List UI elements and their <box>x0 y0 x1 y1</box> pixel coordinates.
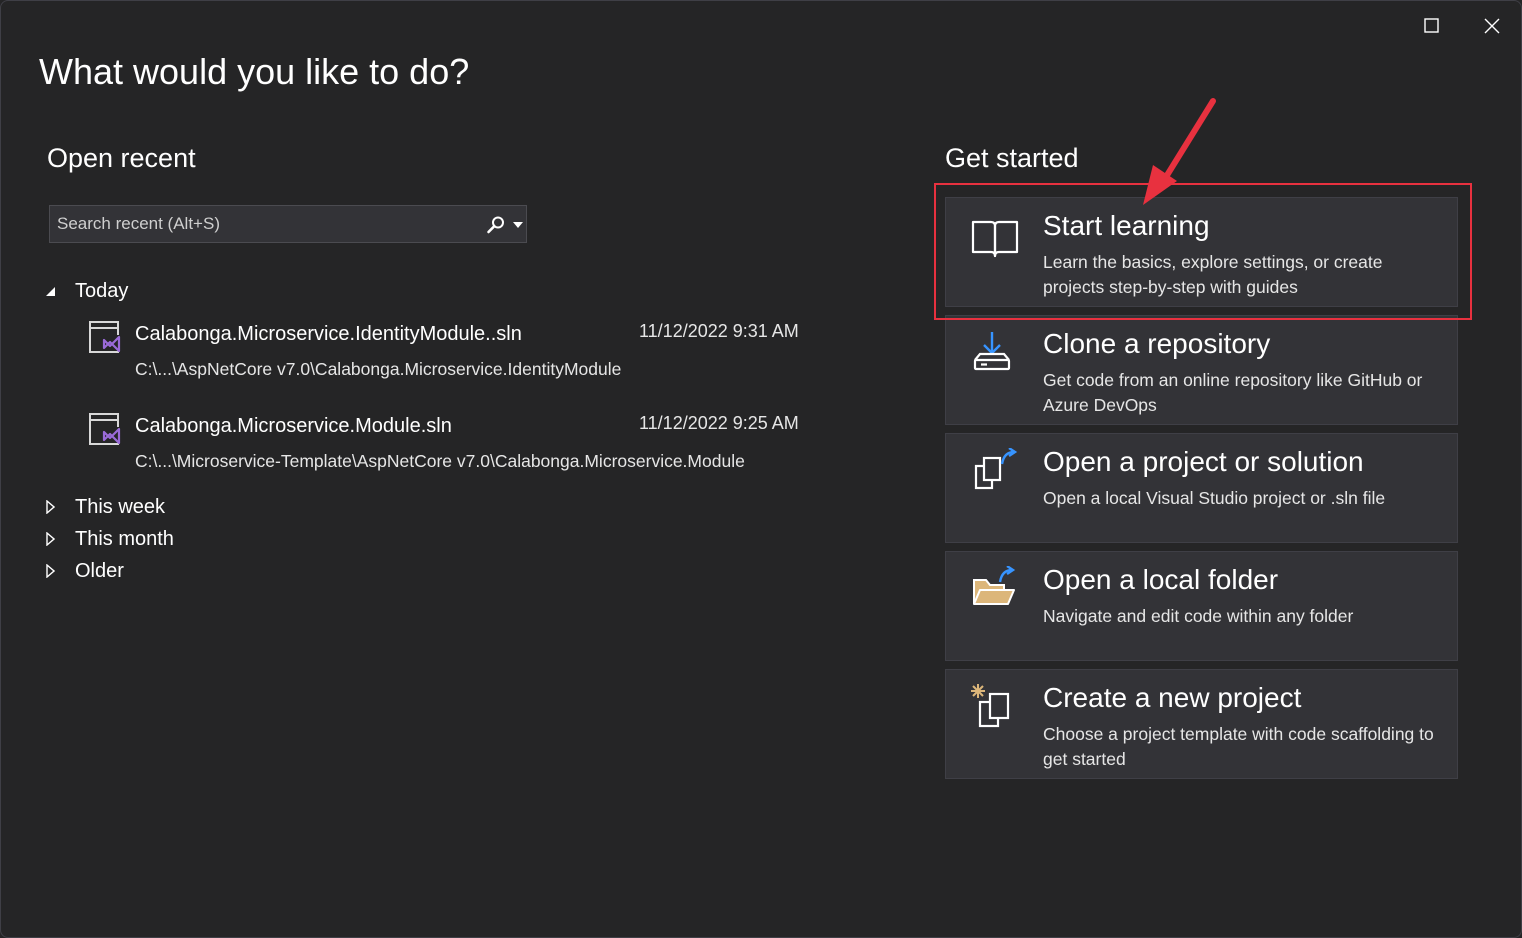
recent-item-path: C:\...\Microservice-Template\AspNetCore … <box>135 451 745 471</box>
get-started-title: Get started <box>945 143 1079 173</box>
card-description: Navigate and edit code within any folder <box>1043 606 1354 626</box>
recent-item-name: Calabonga.Microservice.IdentityModule..s… <box>135 323 522 345</box>
search-box <box>49 205 527 243</box>
book-icon <box>971 220 1019 258</box>
card-title: Open a project or solution <box>1043 446 1364 477</box>
card-description: Learn the basics, explore settings, or c… <box>1043 252 1383 297</box>
recent-item-path: C:\...\AspNetCore v7.0\Calabonga.Microse… <box>135 359 622 379</box>
annotation-arrow-icon <box>1143 98 1216 205</box>
collapsed-triangle-icon <box>43 564 57 578</box>
solution-file-icon <box>89 413 121 445</box>
card-title: Start learning <box>1043 210 1210 241</box>
page-title: What would you like to do? <box>39 51 470 92</box>
close-button[interactable] <box>1479 13 1505 39</box>
group-this-week-label: This week <box>75 495 166 518</box>
create-new-project-card[interactable]: Create a new project Choose a project te… <box>945 669 1458 779</box>
card-description: Choose a project template with code scaf… <box>1043 724 1434 769</box>
open-project-card[interactable]: Open a project or solution Open a local … <box>945 433 1458 543</box>
start-window: What would you like to do? Open recent T… <box>0 0 1522 938</box>
group-older-label: Older <box>75 559 124 582</box>
recent-item-date: 11/12/2022 9:31 AM <box>639 321 799 341</box>
recent-item-name: Calabonga.Microservice.Module.sln <box>135 415 452 437</box>
recent-item[interactable]: Calabonga.Microservice.Module.sln 11/12/… <box>85 409 825 485</box>
group-older[interactable]: Older <box>43 557 124 585</box>
search-icon[interactable] <box>486 215 506 235</box>
open-recent-title: Open recent <box>47 143 196 173</box>
card-title: Clone a repository <box>1043 328 1271 359</box>
close-icon <box>1484 18 1500 34</box>
maximize-icon <box>1424 18 1439 33</box>
recent-item-date: 11/12/2022 9:25 AM <box>639 413 799 433</box>
collapsed-triangle-icon <box>43 500 57 514</box>
start-learning-card[interactable]: Start learning Learn the basics, explore… <box>945 197 1458 307</box>
open-local-folder-card[interactable]: Open a local folder Navigate and edit co… <box>945 551 1458 661</box>
clone-repository-card[interactable]: Clone a repository Get code from an onli… <box>945 315 1458 425</box>
search-input[interactable] <box>50 206 470 242</box>
open-project-icon <box>974 448 1018 490</box>
expanded-triangle-icon <box>43 284 57 298</box>
clone-icon <box>973 332 1011 371</box>
collapsed-triangle-icon <box>43 532 57 546</box>
card-description: Open a local Visual Studio project or .s… <box>1043 488 1386 508</box>
folder-icon <box>973 566 1016 605</box>
solution-file-icon <box>89 321 121 353</box>
group-this-month-label: This month <box>75 527 174 550</box>
group-today-label: Today <box>75 279 129 302</box>
group-this-month[interactable]: This month <box>43 525 174 553</box>
recent-item[interactable]: Calabonga.Microservice.IdentityModule..s… <box>85 317 825 393</box>
card-title: Open a local folder <box>1043 564 1279 595</box>
group-this-week[interactable]: This week <box>43 493 165 521</box>
card-description: Get code from an online repository like … <box>1043 370 1423 415</box>
new-project-icon <box>971 684 1010 728</box>
card-title: Create a new project <box>1043 682 1302 713</box>
group-today[interactable]: Today <box>43 277 128 305</box>
chevron-down-icon[interactable] <box>513 222 523 228</box>
maximize-button[interactable] <box>1419 13 1445 39</box>
